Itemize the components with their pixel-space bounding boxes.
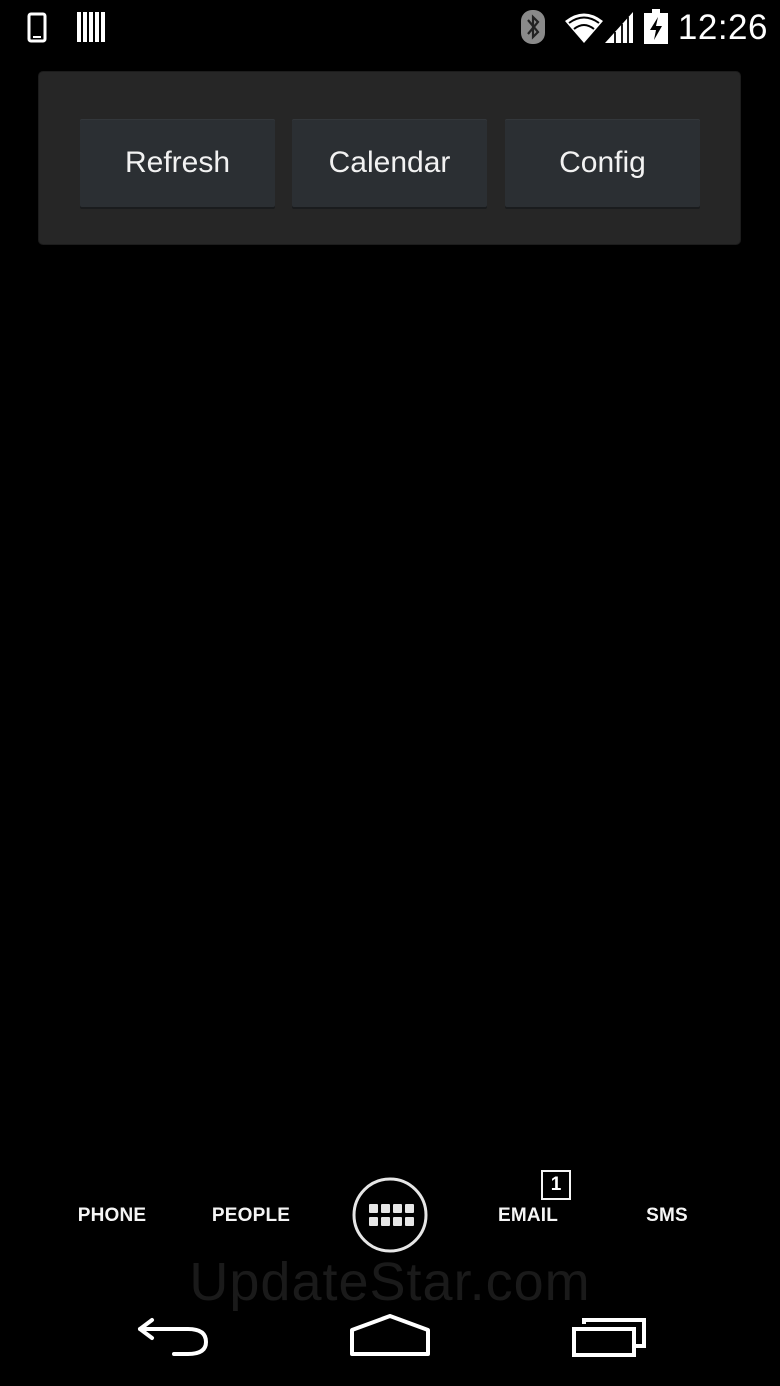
dock-item-phone[interactable]: PHONE bbox=[78, 1204, 147, 1228]
barcode-icon bbox=[77, 12, 105, 42]
app-drawer-icon[interactable] bbox=[352, 1177, 428, 1253]
dock-item-people[interactable]: PEOPLE bbox=[212, 1204, 290, 1228]
status-bar: 12:26 bbox=[0, 0, 780, 56]
battery-charging-icon bbox=[644, 9, 668, 44]
dock-item-sms[interactable]: SMS bbox=[646, 1204, 688, 1228]
bluetooth-icon bbox=[521, 10, 545, 44]
back-icon[interactable] bbox=[134, 1314, 214, 1360]
watermark: UpdateStar.com bbox=[189, 1252, 591, 1312]
wifi-icon bbox=[565, 13, 603, 43]
config-button[interactable]: Config bbox=[505, 119, 700, 207]
home-icon[interactable] bbox=[348, 1312, 432, 1358]
recents-icon[interactable] bbox=[570, 1316, 650, 1358]
phone-notification-icon bbox=[27, 12, 47, 43]
clock-time: 12:26 bbox=[677, 8, 768, 47]
refresh-button[interactable]: Refresh bbox=[80, 119, 275, 207]
shortcut-widget: Refresh Calendar Config bbox=[39, 72, 740, 244]
cell-signal-icon bbox=[605, 12, 633, 43]
calendar-button[interactable]: Calendar bbox=[292, 119, 487, 207]
dock-item-email[interactable]: EMAIL bbox=[498, 1204, 558, 1228]
email-unread-badge: 1 bbox=[541, 1170, 571, 1200]
